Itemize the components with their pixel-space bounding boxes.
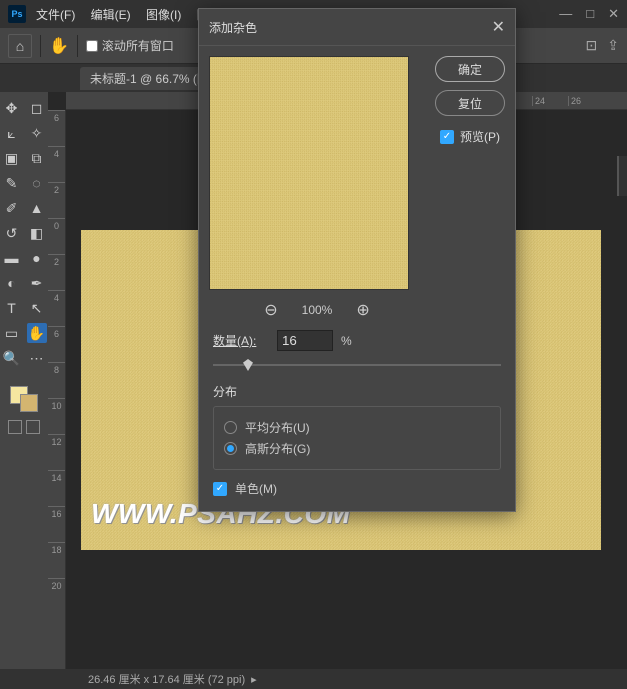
ruler-tick: 16 <box>48 506 65 542</box>
filter-preview[interactable] <box>209 56 409 290</box>
path-tool-icon[interactable]: ↖ <box>27 298 47 318</box>
ruler-tick: 20 <box>48 578 65 614</box>
distribution-group: 平均分布(U) 高斯分布(G) <box>213 406 501 470</box>
dialog-titlebar[interactable]: 添加杂色 ✕ <box>199 9 515 46</box>
separator <box>77 35 78 57</box>
zoom-tool-icon[interactable]: 🔍 <box>2 348 22 368</box>
menu-edit[interactable]: 编辑(E) <box>91 8 131 22</box>
mono-label: 单色(M) <box>235 480 277 497</box>
status-bar: 26.46 厘米 x 17.64 厘米 (72 ppi) ▸ <box>0 669 627 689</box>
check-icon: ✓ <box>213 482 227 496</box>
gaussian-label: 高斯分布(G) <box>245 440 310 457</box>
add-noise-dialog: 添加杂色 ✕ ⊖ 100% ⊕ 确定 复位 ✓ 预览(P) 数量(A): % <box>198 8 516 512</box>
wand-tool-icon[interactable]: ✧ <box>27 123 47 143</box>
search-icon[interactable]: ⊡ <box>586 37 598 54</box>
scroll-all-label: 滚动所有窗口 <box>102 37 174 54</box>
history-tool-icon[interactable]: ↺ <box>2 223 22 243</box>
amount-input[interactable] <box>277 330 333 351</box>
uniform-label: 平均分布(U) <box>245 419 310 436</box>
move-tool-icon[interactable]: ✥ <box>2 98 22 118</box>
maximize-icon[interactable]: □ <box>586 6 594 22</box>
ruler-tick: 4 <box>48 290 65 326</box>
brush-tool-icon[interactable]: ✐ <box>2 198 22 218</box>
dialog-title-text: 添加杂色 <box>209 19 492 36</box>
blur-tool-icon[interactable]: ● <box>27 248 47 268</box>
scroll-all-input[interactable] <box>86 40 98 52</box>
ruler-tick: 2 <box>48 182 65 218</box>
ruler-tick: 0 <box>48 218 65 254</box>
edit-toolbar-icon[interactable]: ⋯ <box>27 348 47 368</box>
eyedrop-tool-icon[interactable]: ✎ <box>2 173 22 193</box>
tool-panel: ✥ ◻ ⟀ ✧ ▣ ⧉ ✎ ◌ ✐ ▲ ↺ ◧ ▬ ● ◐ ✒ T ↖ ▭ ✋ … <box>0 92 48 669</box>
uniform-radio[interactable]: 平均分布(U) <box>224 419 490 436</box>
eraser-tool-icon[interactable]: ◧ <box>27 223 47 243</box>
collapsed-panel-tab[interactable] <box>617 156 627 196</box>
reset-button[interactable]: 复位 <box>435 90 505 116</box>
ruler-tick: 10 <box>48 398 65 434</box>
ruler-tick: 26 <box>568 96 604 106</box>
amount-label: 数量(A): <box>213 332 269 349</box>
quickmask-icon[interactable] <box>8 420 22 434</box>
window-controls: — □ ✕ <box>559 6 619 22</box>
mono-checkbox[interactable]: ✓ 单色(M) <box>213 480 501 497</box>
ruler-tick: 12 <box>48 434 65 470</box>
marquee-tool-icon[interactable]: ◻ <box>27 98 47 118</box>
stamp-tool-icon[interactable]: ▲ <box>27 198 47 218</box>
type-tool-icon[interactable]: T <box>2 298 22 318</box>
ruler-tick: 4 <box>48 146 65 182</box>
ruler-tick: 24 <box>532 96 568 106</box>
ruler-tick: 6 <box>48 326 65 362</box>
crop-tool-icon[interactable]: ▣ <box>2 148 22 168</box>
check-icon: ✓ <box>440 130 454 144</box>
shape-tool-icon[interactable]: ▭ <box>2 323 22 343</box>
amount-unit: % <box>341 334 352 348</box>
ruler-tick: 2 <box>48 254 65 290</box>
distribution-label: 分布 <box>213 383 501 400</box>
ruler-tick: 18 <box>48 542 65 578</box>
ok-button[interactable]: 确定 <box>435 56 505 82</box>
gradient-tool-icon[interactable]: ▬ <box>2 248 22 268</box>
ruler-tick: 14 <box>48 470 65 506</box>
scroll-all-checkbox[interactable]: 滚动所有窗口 <box>86 37 174 54</box>
close-window-icon[interactable]: ✕ <box>608 6 619 22</box>
slider-track <box>213 364 501 366</box>
radio-icon <box>224 442 237 455</box>
app-icon: Ps <box>8 5 26 23</box>
main-menu: 文件(F) 编辑(E) 图像(I) 图 <box>36 6 221 23</box>
separator <box>40 35 41 57</box>
pen-tool-icon[interactable]: ✒ <box>27 273 47 293</box>
zoom-out-icon[interactable]: ⊖ <box>264 300 277 320</box>
share-icon[interactable]: ⇪ <box>607 37 619 54</box>
slider-thumb[interactable] <box>243 359 253 371</box>
ruler-tick: 6 <box>48 110 65 146</box>
menu-file[interactable]: 文件(F) <box>36 8 75 22</box>
gaussian-radio[interactable]: 高斯分布(G) <box>224 440 490 457</box>
chevron-right-icon[interactable]: ▸ <box>251 673 257 686</box>
menu-image[interactable]: 图像(I) <box>146 8 181 22</box>
radio-icon <box>224 421 237 434</box>
patch-tool-icon[interactable]: ◌ <box>27 173 47 193</box>
option-right-icons: ⊡ ⇪ <box>586 37 619 54</box>
hand-tool-icon[interactable]: ✋ <box>49 36 69 56</box>
home-icon[interactable]: ⌂ <box>8 34 32 58</box>
amount-slider[interactable] <box>213 357 501 373</box>
dodge-tool-icon[interactable]: ◐ <box>2 273 22 293</box>
preview-label: 预览(P) <box>460 128 500 145</box>
close-icon[interactable]: ✕ <box>492 17 505 37</box>
status-info: 26.46 厘米 x 17.64 厘米 (72 ppi) <box>88 671 245 687</box>
lasso-tool-icon[interactable]: ⟀ <box>2 123 22 143</box>
screenmode-icon[interactable] <box>26 420 40 434</box>
slice-tool-icon[interactable]: ⧉ <box>27 148 47 168</box>
zoom-level: 100% <box>302 303 333 317</box>
hand-tool-icon[interactable]: ✋ <box>27 323 47 343</box>
ruler-vertical: 6 4 2 0 2 4 6 8 10 12 14 16 18 20 <box>48 110 66 669</box>
zoom-in-icon[interactable]: ⊕ <box>356 300 369 320</box>
background-swatch[interactable] <box>20 394 38 412</box>
minimize-icon[interactable]: — <box>559 6 572 22</box>
ruler-tick: 8 <box>48 362 65 398</box>
preview-checkbox[interactable]: ✓ 预览(P) <box>440 128 500 145</box>
